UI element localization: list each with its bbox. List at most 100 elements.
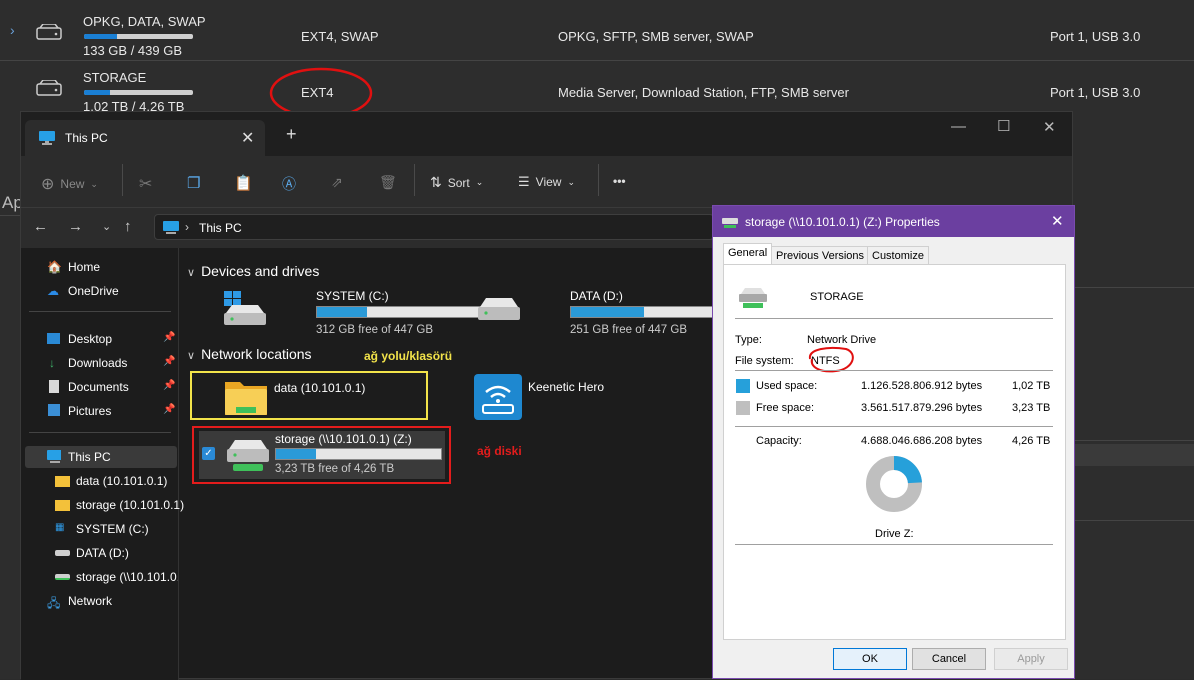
properties-dialog: storage (\\10.101.0.1) (Z:) Properties ✕… [712, 205, 1075, 679]
pin-icon[interactable]: 📌 [163, 380, 175, 391]
network-drive-storage-z[interactable]: ✓ storage (\\10.101.0.1) (Z:) 3,23 TB fr… [192, 426, 451, 484]
drive-free-space: 3,23 TB free of 4,26 TB [275, 463, 395, 475]
delete-icon[interactable]: 🗑 [379, 174, 397, 191]
desktop-icon [47, 333, 60, 344]
more-options-button[interactable]: ••• [613, 174, 626, 188]
new-button[interactable]: ⊕ New ⌄ [41, 174, 98, 194]
back-arrow-icon[interactable]: ← [33, 218, 48, 235]
file-system: EXT4, SWAP [301, 29, 379, 44]
drive-system-c[interactable]: SYSTEM (C:) 312 GB free of 447 GB [222, 289, 483, 345]
close-icon[interactable]: ✕ [1051, 212, 1064, 230]
windows-drive-icon [224, 291, 266, 325]
section-network-locations[interactable]: ∨ Network locations [187, 346, 312, 362]
sidebar-item-desktop[interactable]: Desktop 📌 [21, 328, 178, 350]
divider [735, 426, 1053, 427]
new-tab-button[interactable]: + [286, 124, 297, 145]
chevron-down-icon: ⌄ [567, 176, 575, 187]
network-folder-data[interactable]: data (10.101.0.1) [190, 371, 428, 420]
sidebar-item-label: SYSTEM (C:) [76, 522, 149, 536]
view-icon: ☰ [518, 174, 530, 189]
close-tab-icon[interactable]: ✕ [241, 128, 254, 148]
drive-free-space: 251 GB free of 447 GB [570, 324, 687, 336]
monitor-icon [39, 131, 55, 145]
disk-usage-donut [866, 456, 922, 512]
sidebar-item-label: Documents [68, 380, 129, 394]
sidebar-item-label: data (10.101.0.1) [76, 474, 168, 488]
sidebar-item-storage-z[interactable]: storage (\\10.101.0. [21, 566, 178, 588]
maximize-icon[interactable]: ☐ [997, 117, 1010, 135]
sidebar-item-onedrive[interactable]: ☁ OneDrive [21, 280, 178, 302]
sidebar-item-data-share[interactable]: data (10.101.0.1) [21, 470, 178, 492]
divider [29, 432, 171, 433]
tab-this-pc[interactable]: This PC ✕ [25, 120, 265, 156]
sidebar-item-label: storage (\\10.101.0. [76, 570, 178, 584]
address-bar[interactable]: › This PC [154, 214, 714, 240]
drive-data-d[interactable]: DATA (D:) 251 GB free of 447 GB [476, 289, 737, 345]
tab-general[interactable]: General [723, 243, 773, 265]
sidebar-item-network[interactable]: 🖧 Network [21, 590, 178, 612]
home-icon: 🏠 [47, 260, 62, 274]
tab-previous-versions[interactable]: Previous Versions [771, 246, 870, 265]
view-button[interactable]: ☰ View ⌄ [518, 174, 575, 190]
nas-drive-row[interactable]: › OPKG, DATA, SWAP 133 GB / 439 GB EXT4,… [0, 4, 1194, 60]
cancel-button[interactable]: Cancel [912, 648, 986, 670]
sidebar-item-label: Desktop [68, 332, 113, 346]
up-arrow-icon[interactable]: ↑ [124, 218, 132, 235]
breadcrumb-chevron-icon: › [185, 220, 189, 234]
nas-drive-row[interactable]: STORAGE 1.02 TB / 4.26 TB EXT4 Media Ser… [0, 60, 1194, 116]
share-icon[interactable]: ⇗ [331, 174, 343, 191]
tab-customize[interactable]: Customize [867, 246, 929, 265]
close-window-icon[interactable]: ✕ [1043, 118, 1056, 136]
separator [122, 164, 123, 196]
ok-button[interactable]: OK [833, 648, 907, 670]
sidebar-item-downloads[interactable]: ↓ Downloads 📌 [21, 352, 178, 374]
minimize-icon[interactable]: — [951, 118, 966, 135]
network-icon: 🖧 [47, 596, 61, 610]
sidebar-item-pictures[interactable]: Pictures 📌 [21, 400, 178, 422]
divider [29, 311, 171, 312]
network-device-keenetic[interactable]: Keenetic Hero [474, 372, 674, 422]
copy-icon[interactable]: ❐ [187, 174, 200, 192]
sidebar-item-label: Pictures [68, 404, 112, 418]
rename-icon[interactable]: Ⓐ [282, 174, 296, 194]
divider [735, 318, 1053, 319]
pin-icon[interactable]: 📌 [163, 332, 175, 343]
divider [1075, 287, 1194, 288]
sidebar-item-label: Home [68, 260, 101, 274]
forward-arrow-icon[interactable]: → [68, 218, 83, 235]
recent-chevron-icon[interactable]: ⌄ [102, 220, 111, 233]
pin-icon[interactable]: 📌 [163, 404, 175, 415]
sidebar-item-storage-share[interactable]: storage (10.101.0.1) [21, 494, 184, 516]
sidebar-item-documents[interactable]: Documents 📌 [21, 376, 178, 398]
usage-bar [84, 90, 193, 95]
sidebar-item-this-pc[interactable]: This PC [25, 446, 177, 468]
port: Port 1, USB 3.0 [1050, 85, 1141, 100]
chevron-right-icon[interactable]: › [10, 22, 15, 38]
separator [414, 164, 415, 196]
network-item-name: storage (\\10.101.0.1) (Z:) [275, 432, 412, 446]
network-drive-icon [722, 218, 738, 228]
sidebar-item-home[interactable]: 🏠 Home [21, 256, 178, 278]
cut-icon[interactable]: ✂ [139, 174, 152, 194]
sidebar-item-label: storage (10.101.0.1) [76, 498, 185, 512]
plus-circle-icon: ⊕ [41, 176, 55, 193]
windows-drive-icon: ▦ [55, 522, 65, 533]
separator [598, 164, 599, 196]
used-space-bytes: 1.126.528.806.912 bytes [861, 380, 983, 392]
drive-letter-label: Drive Z: [875, 528, 914, 540]
title-bar: This PC ✕ + — ☐ ✕ [21, 112, 1072, 156]
sort-button[interactable]: ⇅ Sort ⌄ [430, 174, 483, 191]
free-space-bytes: 3.561.517.879.296 bytes [861, 402, 983, 414]
capacity-bytes: 4.688.046.686.208 bytes [861, 435, 983, 447]
annotation-network-disk: ağ diski [477, 444, 522, 458]
port: Port 1, USB 3.0 [1050, 29, 1141, 44]
pin-icon[interactable]: 📌 [163, 356, 175, 367]
section-devices-drives[interactable]: ∨ Devices and drives [187, 263, 319, 279]
paste-icon[interactable]: 📋 [234, 174, 253, 192]
apply-button[interactable]: Apply [994, 648, 1068, 670]
checkbox-checked[interactable]: ✓ [202, 447, 215, 460]
volume-label: STORAGE [810, 291, 864, 303]
network-item-name: data (10.101.0.1) [274, 381, 366, 395]
sidebar-item-data-d[interactable]: DATA (D:) [21, 542, 178, 564]
sidebar-item-system-c[interactable]: ▦ SYSTEM (C:) [21, 518, 178, 540]
